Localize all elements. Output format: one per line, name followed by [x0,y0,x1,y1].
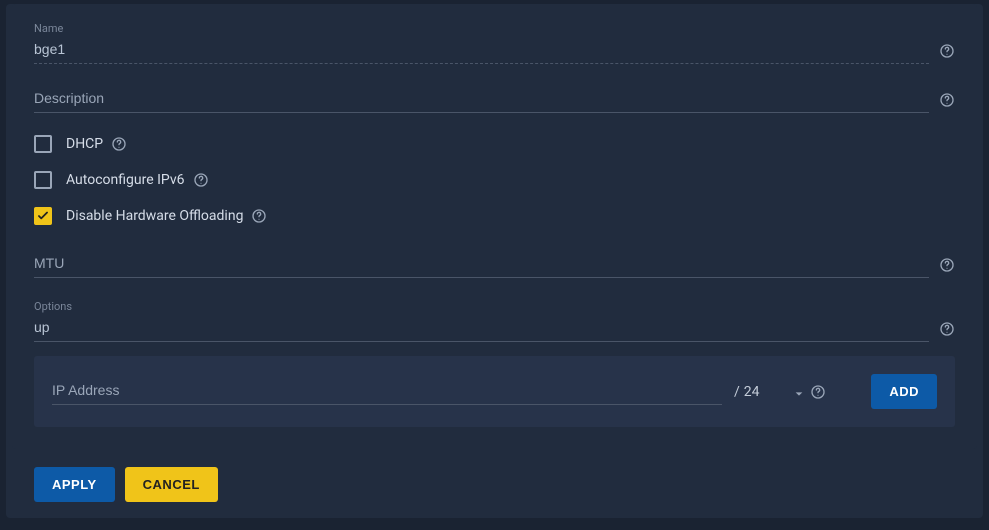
name-input [34,37,929,64]
hwoffload-label: Disable Hardware Offloading [66,208,243,224]
add-button[interactable]: ADD [871,374,937,409]
name-label: Name [34,22,955,35]
help-icon[interactable] [939,43,955,59]
help-icon[interactable] [939,92,955,108]
autoconf6-checkbox-row: Autoconfigure IPv6 [34,171,955,189]
description-field-group [34,86,955,113]
help-icon[interactable] [810,384,826,400]
help-icon[interactable] [939,321,955,337]
hwoffload-checkbox[interactable] [34,207,52,225]
autoconf6-label: Autoconfigure IPv6 [66,172,185,188]
ip-prefix-select[interactable]: 24 [744,384,804,400]
help-icon[interactable] [193,172,209,188]
autoconf6-checkbox[interactable] [34,171,52,189]
dhcp-label: DHCP [66,136,103,152]
dhcp-checkbox[interactable] [34,135,52,153]
dhcp-checkbox-row: DHCP [34,135,955,153]
help-icon[interactable] [251,208,267,224]
chevron-down-icon [794,387,804,397]
form-button-bar: APPLY CANCEL [6,453,983,518]
mtu-input[interactable] [34,251,929,278]
ip-prefix-value: 24 [744,384,760,400]
ip-address-input[interactable] [52,378,722,405]
options-label: Options [34,300,955,313]
apply-button[interactable]: APPLY [34,467,115,502]
description-input[interactable] [34,86,929,113]
ip-slash: / [734,384,740,400]
help-icon[interactable] [111,136,127,152]
hwoffload-checkbox-row: Disable Hardware Offloading [34,207,955,225]
help-icon[interactable] [939,257,955,273]
ip-address-card: / 24 ADD [34,356,955,427]
mtu-field-group [34,251,955,278]
cancel-button[interactable]: CANCEL [125,467,218,502]
options-field-group: Options [34,300,955,342]
options-input[interactable] [34,315,929,342]
interface-form-panel: Name DHCP Autoconfigure IPv6 [12,4,977,449]
name-field-group: Name [34,22,955,64]
